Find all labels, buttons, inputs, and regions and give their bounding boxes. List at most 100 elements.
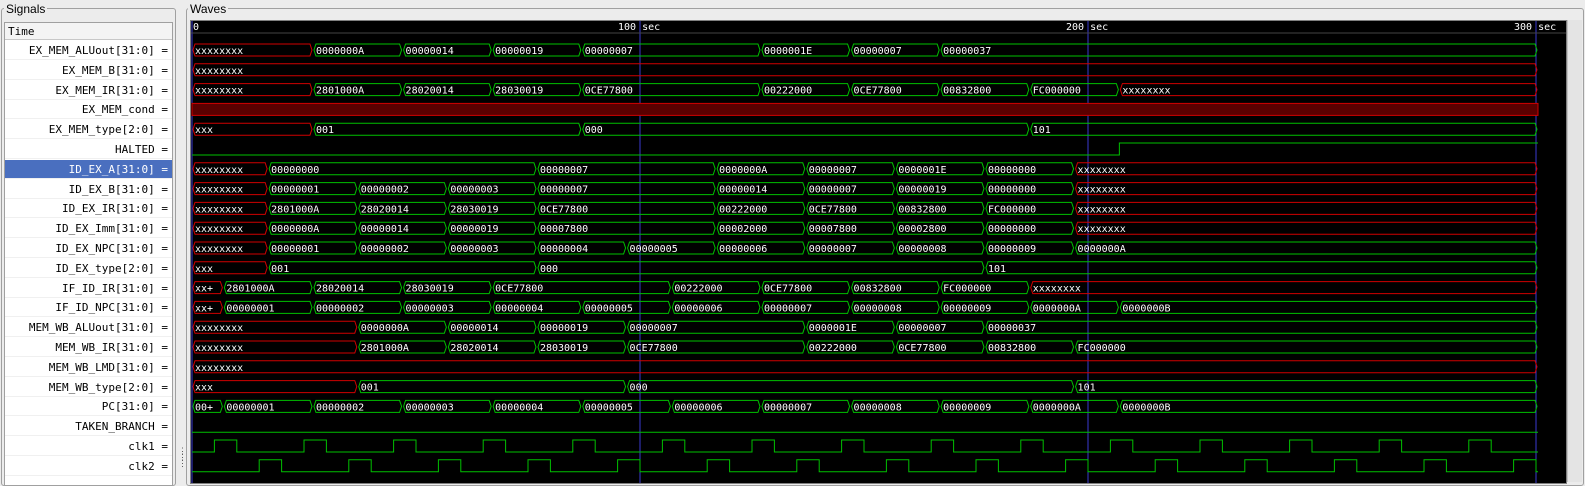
bus-value-label: 00000001 <box>271 185 319 196</box>
bus-value-label: 00000001 <box>226 303 274 314</box>
bus-value-label: 0CE77800 <box>898 343 946 354</box>
signal-name-row[interactable]: ID_EX_Imm[31:0] = <box>5 219 172 239</box>
bus-value-label: xxxxxxxx <box>195 343 243 354</box>
waveform-canvas[interactable]: 0 100 sec 200 sec 300 sec xxxxxxxx 0000000A 00… <box>190 20 1567 484</box>
bus-value-label: 2801000A <box>271 204 319 215</box>
vertical-scrollbar[interactable] <box>1567 20 1582 482</box>
signal-name-row[interactable]: ID_EX_type[2:0] = <box>5 259 172 278</box>
bus-value-label: 28020014 <box>450 343 498 354</box>
bus-value-label: 00000005 <box>585 402 633 413</box>
signal-name-row[interactable]: EX_MEM_ALUout[31:0] = <box>5 41 172 60</box>
signal-name-row[interactable]: clk2 = <box>5 457 172 476</box>
bus-value-label: xxx <box>195 264 213 275</box>
bus-value-label: 00000007 <box>630 323 678 334</box>
signal-name-row[interactable]: ID_EX_A[31:0] = <box>5 159 172 179</box>
signal-name-row[interactable]: ID_EX_NPC[31:0] = <box>5 239 172 258</box>
bus-value-label: 00000037 <box>988 323 1036 334</box>
bus-value-label: xxxxxxxx <box>1078 204 1126 215</box>
bus-value-label: 00000014 <box>450 323 498 334</box>
bus-value-label: 00+ <box>195 402 213 413</box>
bus-value-label: 0CE77800 <box>495 284 543 295</box>
bus-segment <box>1075 241 1538 255</box>
bus-value-label: xxxxxxxx <box>195 244 243 255</box>
signal-name-row[interactable]: IF_ID_IR[31:0] = <box>5 279 172 298</box>
bus-value-label: 00000009 <box>988 244 1036 255</box>
signal-name-row[interactable]: MEM_WB_LMD[31:0] = <box>5 358 172 377</box>
signal-name-row[interactable]: MEM_WB_ALUout[31:0] = <box>5 318 172 338</box>
bus-segment <box>1119 83 1538 97</box>
signal-name-row[interactable]: TAKEN_BRANCH = <box>5 417 172 437</box>
signal-name-row[interactable]: clk1 = <box>5 437 172 456</box>
bus-value-label: 00000000 <box>988 185 1036 196</box>
bus-value-label: 101 <box>1033 125 1051 136</box>
bus-value-label: 00000019 <box>450 224 498 235</box>
signal-name-row[interactable]: HALTED = <box>5 140 172 159</box>
bus-value-label: 28020014 <box>361 204 409 215</box>
time-marker-label: 0 <box>193 22 199 33</box>
bus-value-label: 001 <box>361 383 379 394</box>
bus-value-label: 00002800 <box>898 224 946 235</box>
time-marker-label: 200 sec <box>1066 22 1108 33</box>
signal-name-list[interactable]: Time EX_MEM_ALUout[31:0] = EX_MEM_B[31:0]… <box>4 22 173 486</box>
bus-value-label: 00000019 <box>495 46 543 57</box>
bus-value-label: 00000003 <box>450 244 498 255</box>
bus-value-label: 00000008 <box>854 303 902 314</box>
bus-value-label: xxxxxxxx <box>195 46 243 57</box>
bus-value-label: 00000009 <box>943 402 991 413</box>
bus-value-label: 2801000A <box>226 284 274 295</box>
signal-name-row[interactable]: MEM_WB_type[2:0] = <box>5 378 172 397</box>
bus-value-label: xxx <box>195 125 213 136</box>
signal-name-row[interactable]: EX_MEM_IR[31:0] = <box>5 81 172 100</box>
splitter-grip-icon[interactable]: ⋮ ⋮ ⋮ <box>178 447 187 476</box>
bus-segment <box>192 63 1538 77</box>
bus-value-label: 000 <box>540 264 558 275</box>
bus-segment <box>192 380 358 394</box>
bus-value-label: 00000007 <box>540 185 588 196</box>
signal-name-row[interactable]: PC[31:0] = <box>5 397 172 417</box>
bus-segment <box>1075 340 1538 354</box>
bus-value-label: 00000002 <box>361 185 409 196</box>
bus-value-label: xx+ <box>195 303 213 314</box>
bus-value-label: 00832800 <box>988 343 1036 354</box>
signal-name-row[interactable]: ID_EX_B[31:0] = <box>5 180 172 199</box>
bus-value-label: 00000003 <box>450 185 498 196</box>
bus-value-label: 00000007 <box>809 244 857 255</box>
signal-name-row[interactable]: ID_EX_IR[31:0] = <box>5 199 172 219</box>
bus-value-label: 0000001E <box>898 165 946 176</box>
bus-value-label: 00000007 <box>854 46 902 57</box>
bus-value-label: 00000007 <box>809 165 857 176</box>
bus-value-label: 00000002 <box>361 244 409 255</box>
bus-value-label: 00007800 <box>809 224 857 235</box>
bus-value-label: 00000007 <box>540 165 588 176</box>
bus-value-label: 00000014 <box>406 46 454 57</box>
bus-value-label: 0000000A <box>1033 303 1081 314</box>
bus-value-label: FC000000 <box>943 284 991 295</box>
bus-value-label: 001 <box>316 125 334 136</box>
bus-value-label: 101 <box>988 264 1006 275</box>
signal-name-row[interactable]: EX_MEM_type[2:0] = <box>5 120 172 140</box>
bus-segment <box>1030 281 1538 295</box>
bus-value-label: 0000001E <box>764 46 812 57</box>
bus-value-label: 00000001 <box>271 244 319 255</box>
bit-trace <box>192 142 1538 156</box>
signals-title: Signals <box>4 2 48 16</box>
bus-value-label: 00000007 <box>764 402 812 413</box>
bus-value-label: 00000009 <box>943 303 991 314</box>
bus-value-label: 00000006 <box>719 244 767 255</box>
bus-value-label: 00000002 <box>316 402 364 413</box>
signal-name-row[interactable]: IF_ID_NPC[31:0] = <box>5 298 172 318</box>
bus-segment <box>940 43 1538 57</box>
bus-value-label: 00000004 <box>495 402 543 413</box>
signal-name-row[interactable]: EX_MEM_B[31:0] = <box>5 61 172 80</box>
bus-value-label: 28030019 <box>450 204 498 215</box>
signal-name-row[interactable]: MEM_WB_IR[31:0] = <box>5 338 172 357</box>
signal-name-row[interactable]: EX_MEM_cond = <box>5 100 172 120</box>
bus-value-label: 0000000A <box>1078 244 1126 255</box>
bus-segment <box>268 261 537 275</box>
bus-value-label: 00000006 <box>674 303 722 314</box>
bus-segment <box>627 380 1075 394</box>
bus-value-label: xxxxxxxx <box>1078 224 1126 235</box>
clock-trace <box>192 459 1538 473</box>
signals-panel: Signals Time EX_MEM_ALUout[31:0] = EX_MEM… <box>0 0 176 486</box>
bus-value-label: 00000002 <box>316 303 364 314</box>
